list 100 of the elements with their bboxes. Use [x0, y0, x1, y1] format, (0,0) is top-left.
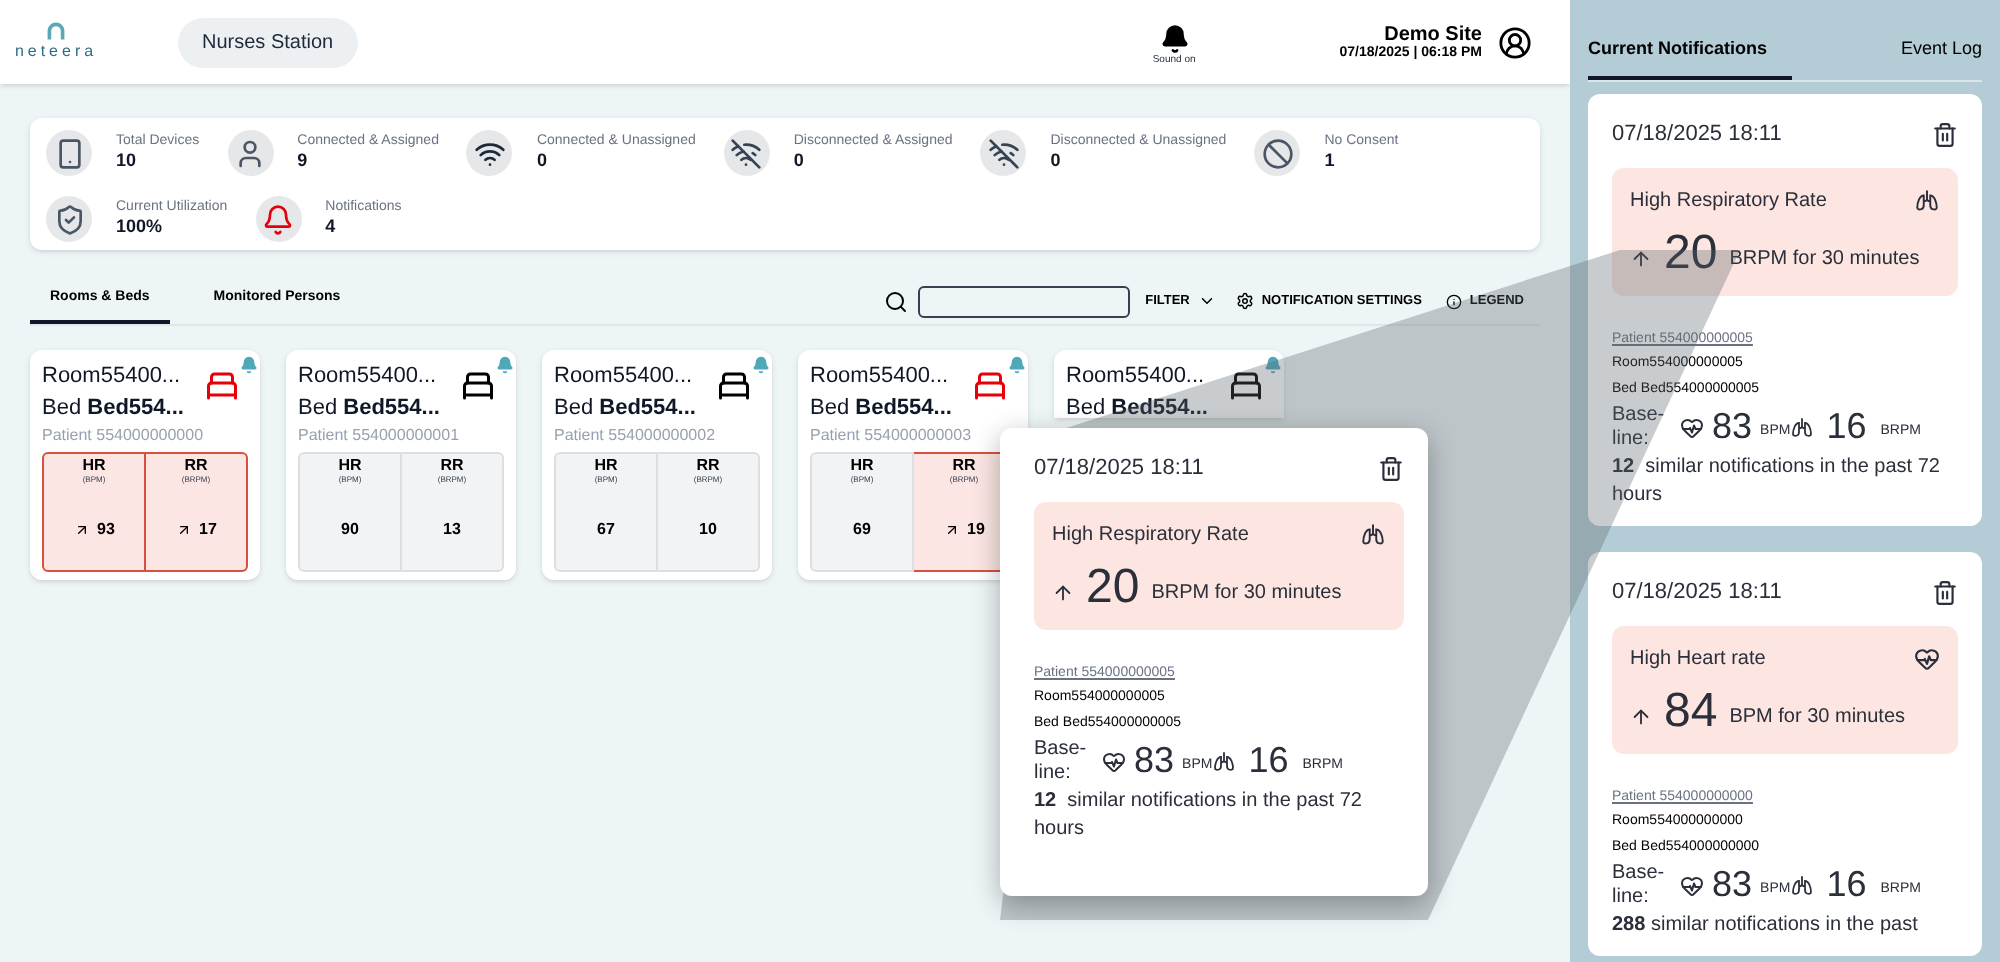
patient-id: Patient 554000000003: [810, 424, 974, 448]
delete-icon[interactable]: [1932, 121, 1958, 148]
baseline-label: Base-line:: [1612, 861, 1667, 909]
arrow-up-icon: [1052, 581, 1074, 603]
heart-icon: [1914, 645, 1940, 671]
arrow-up-icon: [1630, 247, 1652, 269]
wifi-off-icon: [730, 137, 763, 169]
room-name: Room55400...: [810, 362, 951, 392]
station-button[interactable]: Nurses Station: [178, 17, 358, 67]
bell-icon: [240, 356, 258, 374]
vital-value: 17: [199, 518, 217, 542]
similar-count-text: 288 similar notifications in the past: [1612, 912, 1920, 940]
stat-value: 0: [536, 150, 549, 173]
room-name: Room55400...: [554, 362, 695, 392]
bed-name: Bed Bed554...: [810, 394, 952, 424]
similar-count-text: 12 similar notifications in the past 72 hours: [1034, 788, 1364, 844]
vital-value: 93: [97, 518, 115, 542]
person-icon: [234, 137, 267, 169]
search-icon[interactable]: [883, 289, 908, 313]
bed-card[interactable]: Room55400... Bed Bed554...: [1054, 350, 1284, 418]
logo-text: neteera: [14, 39, 98, 63]
patient-id: Patient 554000000002: [554, 424, 718, 448]
baseline-value: 83: [1712, 862, 1753, 908]
settings-icon: [1235, 292, 1254, 310]
alert-value: 20: [1086, 561, 1140, 613]
vital-value: 13: [443, 518, 461, 542]
patient-id: Patient 554000000001: [298, 424, 462, 448]
logo-icon: [44, 21, 68, 39]
notification-time: 07/18/2025 18:11: [1612, 578, 1782, 608]
vital-value: 67: [597, 518, 615, 542]
vital-name: HR: [338, 456, 362, 474]
heart-icon: [1102, 749, 1126, 773]
baseline-value: 16: [1248, 738, 1289, 784]
heart-icon: [1680, 873, 1704, 897]
lungs-icon: [1790, 873, 1815, 897]
similar-count-text: 12 similar notifications in the past 72 hours: [1612, 454, 1942, 510]
ban-icon: [1261, 137, 1294, 169]
wifi-off-icon: [987, 137, 1020, 169]
panel-tab[interactable]: Current Notifications: [1588, 0, 1792, 80]
stat-value: 4: [325, 216, 338, 239]
vital-name: RR: [696, 456, 720, 474]
notification-time: 07/18/2025 18:11: [1612, 120, 1782, 150]
alert-value: 20: [1664, 227, 1718, 279]
alert-unit: BRPM for 30 minutes: [1729, 245, 1920, 273]
alert-title: High Heart rate: [1630, 645, 1766, 673]
vital-value: 90: [341, 518, 359, 542]
alert-unit: BPM for 30 minutes: [1729, 703, 1906, 731]
baseline-value: 83: [1134, 738, 1175, 784]
vital-name: RR: [184, 456, 208, 474]
wifi-icon: [473, 137, 506, 169]
room-name: Room55400...: [42, 362, 183, 392]
stat-value: 9: [297, 150, 310, 173]
baseline-value: 83: [1712, 404, 1753, 450]
stat-value: 0: [1050, 150, 1063, 173]
trend-icon: [175, 522, 192, 538]
vital-name: RR: [440, 456, 464, 474]
bed-name: Bed Bed554...: [298, 394, 440, 424]
delete-icon[interactable]: [1378, 455, 1404, 482]
trend-icon: [73, 522, 90, 538]
arrow-up-icon: [1630, 705, 1652, 727]
devices-icon: [53, 137, 85, 169]
bed-name: Bed Bed554...: [1066, 394, 1208, 424]
bell-icon: [1008, 356, 1026, 374]
lungs-icon: [1360, 521, 1386, 547]
delete-icon[interactable]: [1932, 579, 1958, 606]
bell-icon: [1264, 356, 1282, 374]
lungs-icon: [1212, 749, 1237, 773]
alert-unit: BRPM for 30 minutes: [1151, 579, 1342, 607]
vital-name: HR: [82, 456, 106, 474]
vital-name: HR: [594, 456, 618, 474]
stat-value: 1: [1324, 150, 1337, 173]
lungs-icon: [1914, 187, 1940, 213]
room-name: Room55400...: [1066, 362, 1207, 392]
patient-id: Patient 554000000000: [42, 424, 206, 448]
heart-icon: [1680, 415, 1704, 439]
sound-bell-icon[interactable]: [1159, 23, 1190, 54]
stat-value: 10: [116, 150, 139, 173]
stat-value: 100%: [116, 216, 165, 239]
bell-icon: [752, 356, 770, 374]
lungs-icon: [1790, 415, 1815, 439]
trend-icon: [943, 522, 960, 538]
vital-name: RR: [952, 456, 976, 474]
bell-icon: [262, 203, 295, 235]
panel-tab[interactable]: Event Log: [1900, 0, 1982, 80]
search-field[interactable]: [917, 285, 1130, 317]
user-icon[interactable]: [1498, 25, 1532, 59]
site-name: Demo Site: [1384, 25, 1482, 45]
baseline-label: Base-line:: [1034, 737, 1089, 785]
notification-time: 07/18/2025 18:11: [1034, 454, 1204, 484]
room-name: Room55400...: [298, 362, 439, 392]
vital-value: 19: [967, 518, 985, 542]
shield-icon: [53, 203, 85, 235]
bed-name: Bed Bed554...: [554, 394, 696, 424]
alert-title: High Respiratory Rate: [1630, 187, 1827, 215]
vital-name: HR: [850, 456, 874, 474]
info-icon: [1445, 293, 1462, 309]
bell-icon: [496, 356, 514, 374]
chevron-down-icon: [1197, 292, 1216, 310]
alert-value: 84: [1664, 685, 1718, 737]
baseline-value: 16: [1826, 862, 1867, 908]
